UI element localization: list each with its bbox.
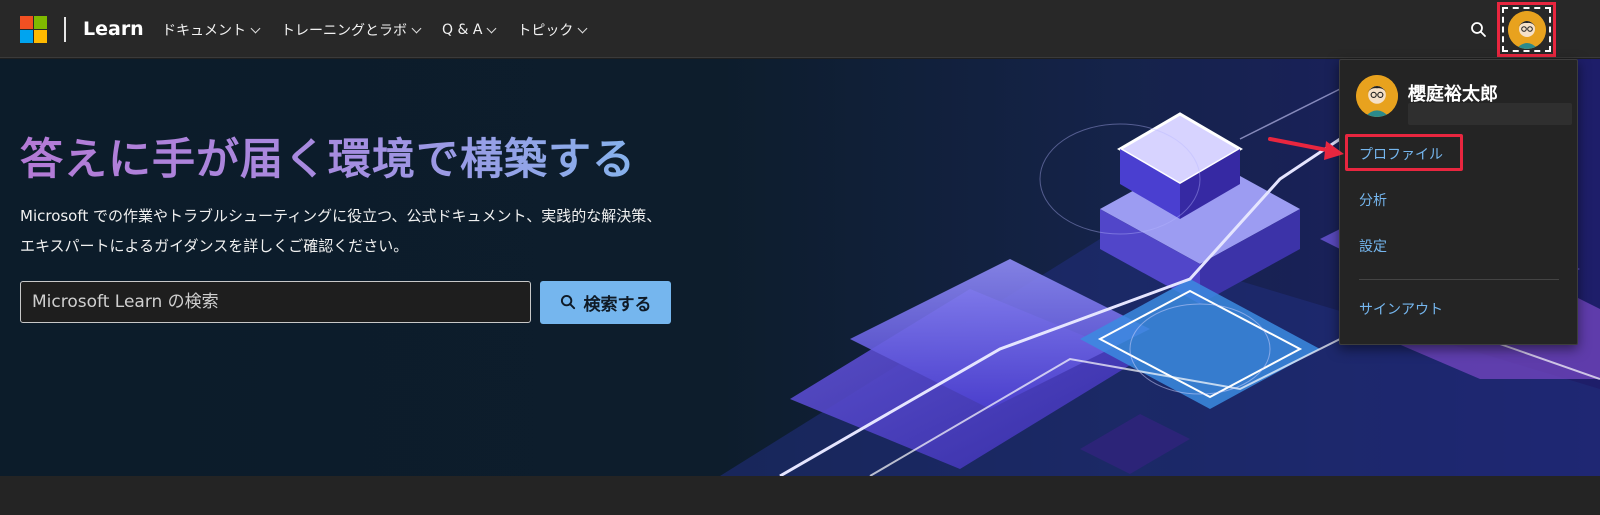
nav-topics[interactable]: トピック <box>517 20 588 40</box>
footer-band <box>0 476 1600 515</box>
avatar-icon <box>1507 10 1546 49</box>
search-input[interactable] <box>20 281 531 323</box>
pointer-arrow-icon <box>1268 137 1344 160</box>
profile-highlight-box <box>1345 134 1463 171</box>
menu-item-settings[interactable]: 設定 <box>1359 236 1387 256</box>
chevron-down-icon <box>411 23 422 33</box>
nav-qa-label: Q & A <box>442 22 483 38</box>
chevron-down-icon <box>486 23 497 33</box>
menu-item-analytics[interactable]: 分析 <box>1359 190 1387 210</box>
profile-dropdown-menu: 櫻庭裕太郎 プロファイル 分析 設定 サインアウト <box>1339 59 1578 345</box>
search-button[interactable]: 検索する <box>540 281 671 324</box>
profile-avatar-button[interactable] <box>1497 2 1556 57</box>
search-button-label: 検索する <box>583 295 652 315</box>
search-icon <box>560 294 575 310</box>
menu-divider <box>1359 279 1559 280</box>
brand-link[interactable]: Learn <box>83 18 144 40</box>
logo-divider <box>64 17 66 42</box>
nav-topics-label: トピック <box>517 23 574 39</box>
top-nav-bar: Learn ドキュメント トレーニングとラボ Q & A トピック <box>0 0 1600 58</box>
nav-qa[interactable]: Q & A <box>442 20 497 40</box>
chevron-down-icon <box>250 23 261 33</box>
menu-item-signout[interactable]: サインアウト <box>1359 299 1443 319</box>
microsoft-logo-icon[interactable] <box>20 16 47 43</box>
nav-training-label: トレーニングとラボ <box>281 23 407 39</box>
user-email-redacted <box>1408 103 1572 125</box>
nav-documents-label: ドキュメント <box>162 23 246 39</box>
avatar-icon <box>1356 75 1398 117</box>
main-nav: ドキュメント トレーニングとラボ Q & A トピック <box>162 20 588 40</box>
hero-description: Microsoft での作業やトラブルシューティングに役立つ、公式ドキュメント、… <box>20 207 662 255</box>
chevron-down-icon <box>577 23 588 33</box>
nav-training[interactable]: トレーニングとラボ <box>281 20 422 40</box>
search-icon[interactable] <box>1470 21 1488 39</box>
nav-documents[interactable]: ドキュメント <box>162 20 261 40</box>
hero-title: 答えに手が届く環境で構築する <box>20 125 636 187</box>
